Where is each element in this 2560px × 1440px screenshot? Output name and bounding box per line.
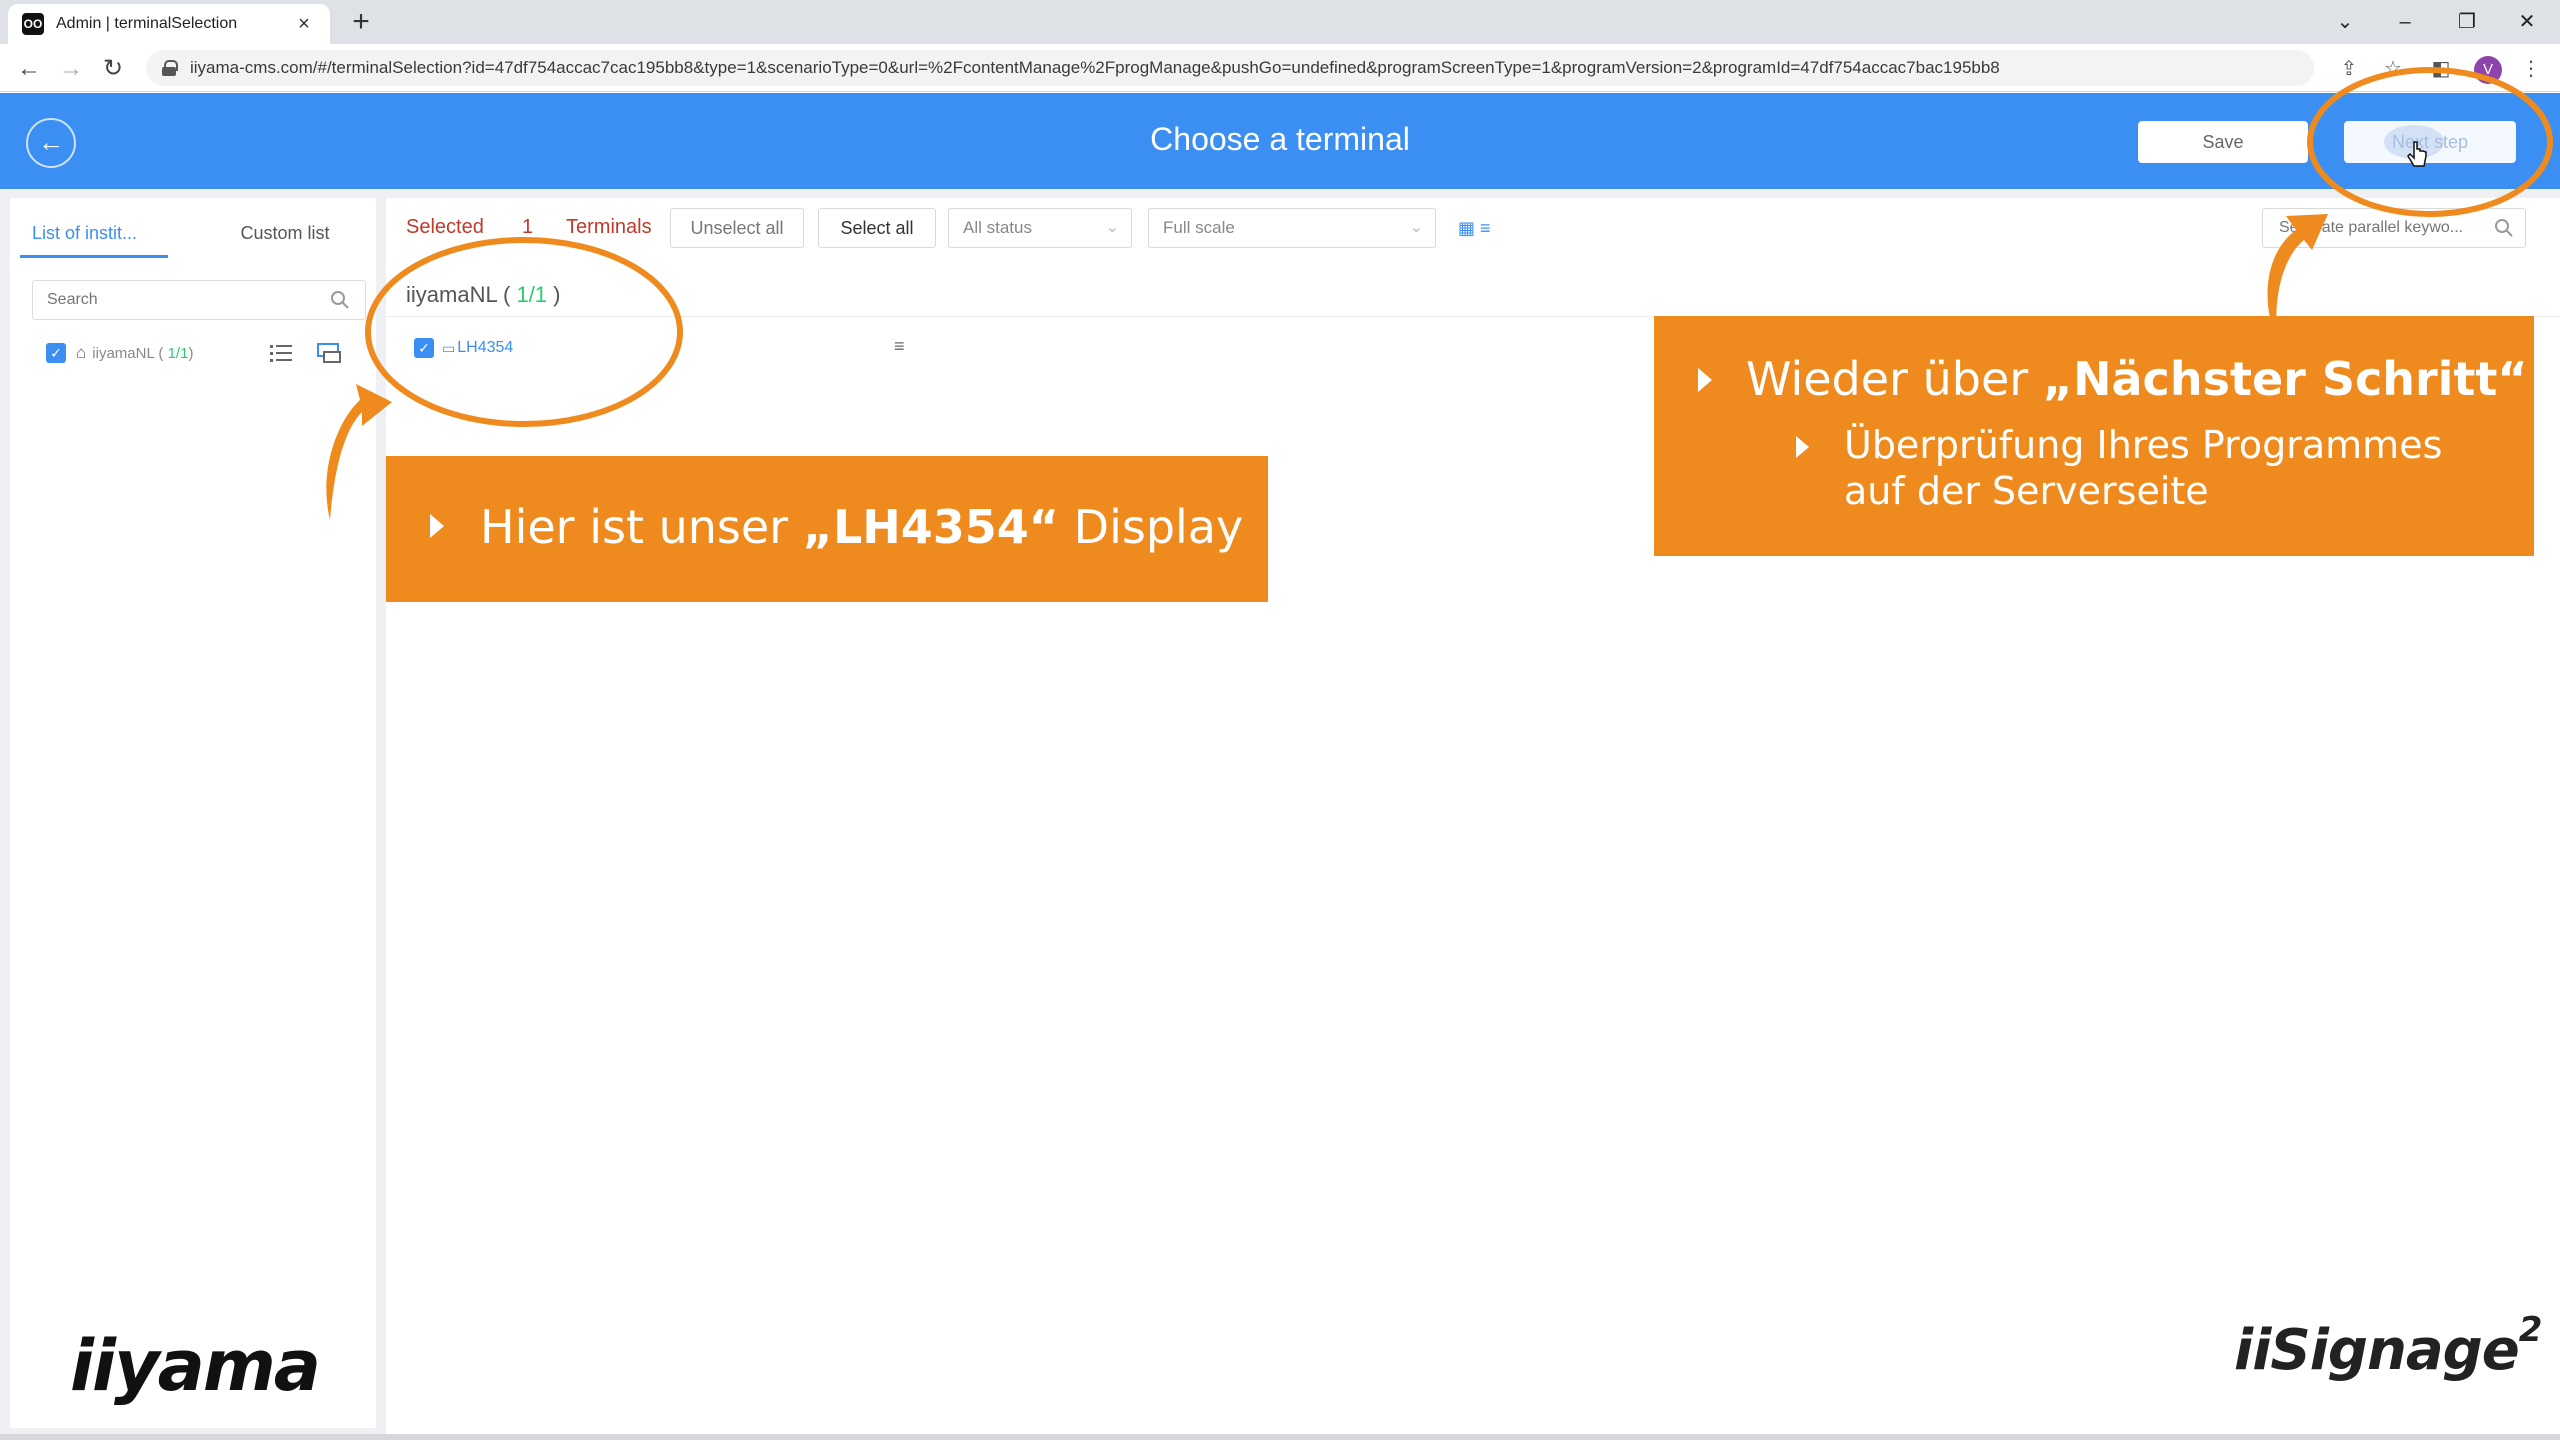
group-count: 1/1 (516, 282, 548, 307)
back-arrow-icon[interactable]: ← (12, 52, 46, 86)
minimize-button[interactable]: – (2380, 4, 2430, 40)
scale-filter-value: Full scale (1163, 218, 1235, 237)
iisignage-logo: iiSignage2 (2234, 1310, 2542, 1383)
reload-icon[interactable]: ↻ (96, 52, 130, 86)
tab-close-icon[interactable]: × (292, 13, 316, 36)
site-favicon-icon: OO (22, 13, 44, 35)
grid-list-toggle-icon[interactable]: ▦ ≡ (1458, 218, 1491, 239)
keyword-search-input[interactable] (2262, 208, 2526, 248)
display-group-icon[interactable] (314, 338, 344, 368)
tree-node-iiyamanl[interactable]: ✓ ⌂ iiyamaNL ( 1/1) (46, 338, 193, 368)
browser-menu-icon[interactable]: ⋮ (2516, 54, 2546, 84)
window-close-button[interactable]: ✕ (2502, 4, 2552, 40)
callout-terminal-text: Hier ist unser „LH4354“ Display (480, 500, 1244, 554)
tab-custom-list[interactable]: Custom list (210, 210, 360, 258)
selected-count: 1 (522, 216, 534, 238)
bullet-triangle-icon (1698, 368, 1712, 392)
tab-institution-list[interactable]: List of instit... (20, 210, 168, 258)
sidebar-search-input[interactable] (32, 280, 366, 320)
selected-label: Selected (406, 216, 484, 238)
callout-next-step-subtext: Überprüfung Ihres Programmes auf der Ser… (1844, 423, 2443, 513)
callout-next-step-text: Wieder über „Nächster Schritt“ (1746, 352, 2528, 406)
address-bar[interactable]: iiyama-cms.com/#/terminalSelection?id=47… (146, 50, 2314, 86)
terminals-label: Terminals (566, 216, 652, 238)
scale-filter-select[interactable]: Full scale ⌄ (1148, 208, 1436, 248)
url-text: iiyama-cms.com/#/terminalSelection?id=47… (190, 58, 2000, 77)
browser-toolbar: ← → ↻ iiyama-cms.com/#/terminalSelection… (0, 44, 2560, 92)
bullet-triangle-icon (430, 514, 444, 538)
forward-arrow-icon[interactable]: → (54, 52, 88, 86)
search-icon[interactable] (330, 290, 350, 310)
search-icon[interactable] (2494, 218, 2514, 238)
tab-search-chevron-icon[interactable]: ⌄ (2320, 4, 2370, 40)
lock-icon (162, 60, 178, 76)
restore-button[interactable]: ❐ (2442, 4, 2492, 40)
tab-title: Admin | terminalSelection (56, 15, 238, 32)
save-button[interactable]: Save (2138, 121, 2308, 163)
group-header: iiyamaNL ( 1/1 ) (406, 282, 561, 307)
iiyama-logo: iiyama (70, 1325, 321, 1407)
browser-tab-bar: OO Admin | terminalSelection × + ⌄ – ❐ ✕ (0, 0, 2560, 44)
tree-node-count: 1/1 (167, 344, 189, 362)
next-step-button[interactable]: Next step (2344, 121, 2516, 163)
app-header: ← Choose a terminal Save Next step (0, 93, 2560, 189)
tree-checkbox[interactable]: ✓ (46, 343, 66, 363)
bottom-edge (0, 1434, 2560, 1440)
terminal-menu-icon[interactable]: ≡ (894, 336, 905, 357)
display-icon: ▭ (442, 339, 456, 356)
bookmark-star-icon[interactable]: ☆ (2378, 54, 2408, 84)
extensions-icon[interactable]: ◧ (2426, 54, 2456, 84)
home-icon: ⌂ (76, 343, 87, 362)
terminal-checkbox[interactable]: ✓ (414, 338, 434, 358)
unselect-all-button[interactable]: Unselect all (670, 208, 804, 248)
status-filter-value: All status (963, 218, 1032, 237)
profile-avatar[interactable]: V (2474, 56, 2502, 84)
bullet-triangle-icon (1796, 436, 1809, 458)
list-view-icon[interactable] (266, 338, 296, 368)
tree-node-label: iiyamaNL ( 1/1) (92, 344, 194, 362)
mouse-pointer-icon (2407, 141, 2427, 167)
select-all-button[interactable]: Select all (818, 208, 936, 248)
terminal-row[interactable]: ✓ ▭ LH4354 (414, 336, 513, 360)
chevron-down-icon: ⌄ (1409, 219, 1423, 236)
browser-tab[interactable]: OO Admin | terminalSelection × (8, 4, 330, 44)
terminal-name: LH4354 (457, 339, 514, 356)
terminal-toolbar: Selected 1 Terminals Unselect all Select… (386, 198, 2560, 258)
new-tab-button[interactable]: + (344, 6, 378, 40)
institution-sidebar: List of instit... Custom list ✓ ⌂ iiyama… (10, 198, 376, 1428)
share-icon[interactable]: ⇪ (2334, 54, 2364, 84)
callout-terminal: Hier ist unser „LH4354“ Display (386, 456, 1268, 602)
chevron-down-icon: ⌄ (1105, 219, 1119, 236)
status-filter-select[interactable]: All status ⌄ (948, 208, 1132, 248)
callout-next-step: Wieder über „Nächster Schritt“ Überprüfu… (1654, 316, 2534, 556)
